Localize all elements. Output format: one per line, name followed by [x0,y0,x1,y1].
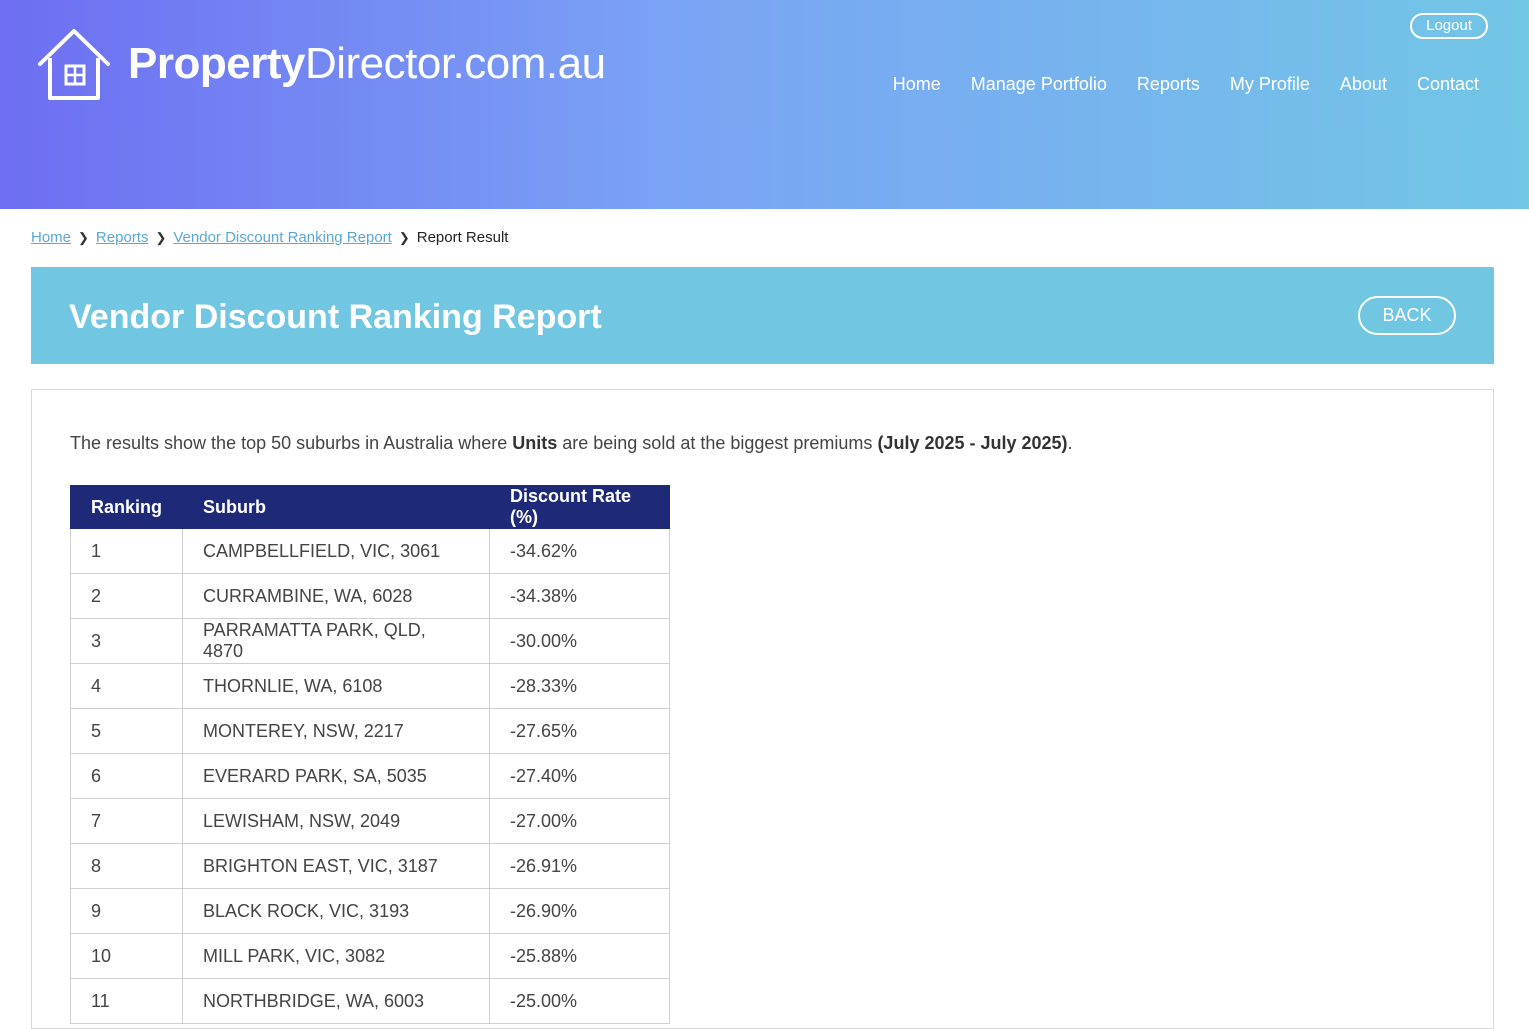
site-logo[interactable]: PropertyDirector.com.au [36,26,606,102]
cell-rank: 10 [69,933,184,979]
table-row: 4 THORNLIE, WA, 6108 -28.33% [69,663,671,709]
report-description: The results show the top 50 suburbs in A… [70,433,1073,453]
nav-contact[interactable]: Contact [1417,74,1479,95]
table-row: 6 EVERARD PARK, SA, 5035 -27.40% [69,753,671,799]
cell-rank: 11 [69,978,184,1024]
back-button[interactable]: BACK [1358,296,1456,335]
cell-rank: 8 [69,843,184,889]
breadcrumb: Home ❯ Reports ❯ Vendor Discount Ranking… [31,229,508,246]
cell-rate: -27.40% [489,753,671,799]
cell-rank: 5 [69,708,184,754]
cell-rate: -27.00% [489,798,671,844]
report-content: The results show the top 50 suburbs in A… [31,389,1494,1029]
cell-suburb: CAMPBELLFIELD, VIC, 3061 [182,528,491,574]
cell-suburb: MONTEREY, NSW, 2217 [182,708,491,754]
table-row: 8 BRIGHTON EAST, VIC, 3187 -26.91% [69,843,671,889]
cell-rank: 3 [69,618,184,664]
main-nav: Home Manage Portfolio Reports My Profile… [893,74,1479,95]
cell-rate: -25.88% [489,933,671,979]
cell-rank: 6 [69,753,184,799]
column-header-discount-rate: Discount Rate (%) [489,485,671,529]
cell-rank: 7 [69,798,184,844]
table-row: 1 CAMPBELLFIELD, VIC, 3061 -34.62% [69,528,671,574]
nav-my-profile[interactable]: My Profile [1230,74,1310,95]
logo-text: PropertyDirector.com.au [128,39,606,88]
cell-rate: -26.91% [489,843,671,889]
cell-suburb: NORTHBRIDGE, WA, 6003 [182,978,491,1024]
breadcrumb-home[interactable]: Home [31,229,71,246]
table-row: 5 MONTEREY, NSW, 2217 -27.65% [69,708,671,754]
cell-rank: 9 [69,888,184,934]
breadcrumb-current: Report Result [416,229,509,246]
cell-suburb: THORNLIE, WA, 6108 [182,663,491,709]
house-icon [38,29,110,100]
cell-rate: -27.65% [489,708,671,754]
site-header: PropertyDirector.com.au Logout Home Mana… [0,0,1529,209]
cell-rate: -30.00% [489,618,671,664]
nav-manage-portfolio[interactable]: Manage Portfolio [971,74,1107,95]
column-header-suburb: Suburb [182,485,491,529]
cell-suburb: CURRAMBINE, WA, 6028 [182,573,491,619]
cell-suburb: MILL PARK, VIC, 3082 [182,933,491,979]
breadcrumb-reports[interactable]: Reports [96,229,149,246]
ranking-table: Ranking Suburb Discount Rate (%) 1 CAMPBE… [69,485,671,1024]
cell-suburb: EVERARD PARK, SA, 5035 [182,753,491,799]
cell-rank: 1 [69,528,184,574]
cell-suburb: BRIGHTON EAST, VIC, 3187 [182,843,491,889]
chevron-right-icon: ❯ [398,229,410,245]
cell-rate: -25.00% [489,978,671,1024]
cell-suburb: PARRAMATTA PARK, QLD, 4870 [182,618,491,664]
column-header-ranking: Ranking [69,485,184,529]
breadcrumb-vendor-discount[interactable]: Vendor Discount Ranking Report [173,229,391,246]
cell-suburb: BLACK ROCK, VIC, 3193 [182,888,491,934]
chevron-right-icon: ❯ [78,229,89,245]
nav-home[interactable]: Home [893,74,941,95]
table-row: 11 NORTHBRIDGE, WA, 6003 -25.00% [69,978,671,1024]
logout-button[interactable]: Logout [1410,13,1488,39]
table-row: 9 BLACK ROCK, VIC, 3193 -26.90% [69,888,671,934]
table-row: 10 MILL PARK, VIC, 3082 -25.88% [69,933,671,979]
cell-rate: -28.33% [489,663,671,709]
nav-about[interactable]: About [1340,74,1387,95]
chevron-right-icon: ❯ [155,229,167,245]
cell-rank: 4 [69,663,184,709]
table-row: 7 LEWISHAM, NSW, 2049 -27.00% [69,798,671,844]
report-title-bar: Vendor Discount Ranking Report BACK [31,267,1494,364]
cell-rate: -26.90% [489,888,671,934]
table-row: 3 PARRAMATTA PARK, QLD, 4870 -30.00% [69,618,671,664]
page-title: Vendor Discount Ranking Report [69,298,602,336]
cell-rate: -34.38% [489,573,671,619]
table-row: 2 CURRAMBINE, WA, 6028 -34.38% [69,573,671,619]
cell-rate: -34.62% [489,528,671,574]
nav-reports[interactable]: Reports [1137,74,1200,95]
cell-suburb: LEWISHAM, NSW, 2049 [182,798,491,844]
cell-rank: 2 [69,573,184,619]
table-header-row: Ranking Suburb Discount Rate (%) [69,485,671,529]
